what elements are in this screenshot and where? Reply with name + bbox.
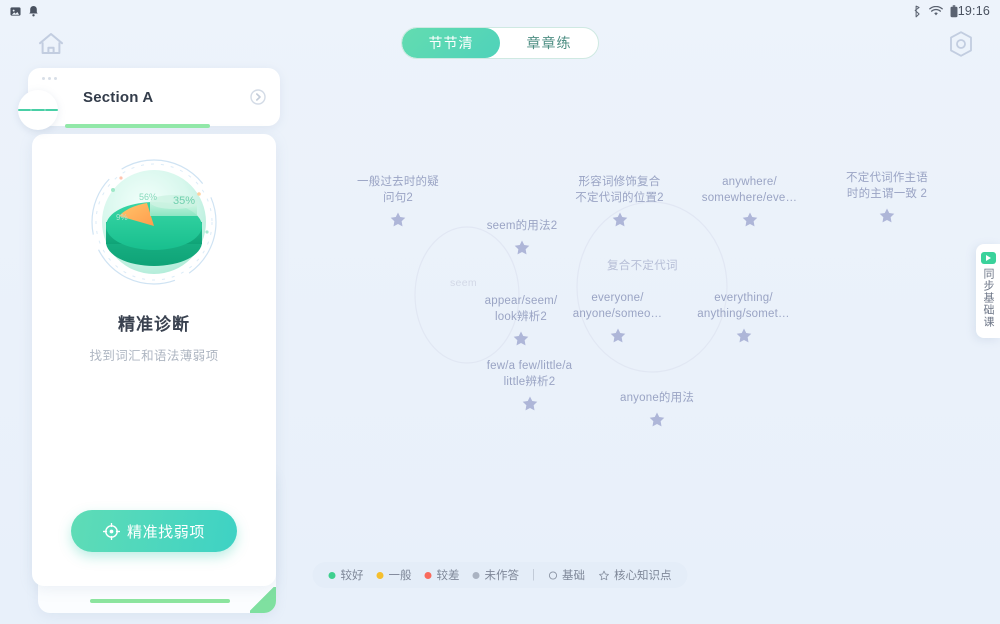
battery-icon	[950, 4, 958, 18]
map-node-label: anywhere/ somewhere/eve…	[701, 176, 798, 204]
mode-tabs[interactable]: 节节清 章章练	[401, 27, 599, 59]
legend-label-poor: 较差	[436, 570, 460, 582]
star-icon	[649, 412, 665, 427]
map-node[interactable]: 不定代词作主语 时的主谓一致 2	[822, 170, 952, 230]
diagnosis-illustration: 56% 35% 9%	[79, 150, 229, 300]
legend-dot-unanswered	[472, 571, 480, 579]
map-node[interactable]: few/a few/little/a little辨析2	[462, 358, 597, 418]
map-node[interactable]: anywhere/ somewhere/eve…	[687, 174, 812, 234]
star-icon	[612, 212, 627, 227]
map-node-label: few/a few/little/a little辨析2	[486, 360, 573, 388]
star-outline-icon	[598, 570, 609, 580]
legend-dot-poor	[424, 571, 432, 579]
bluetooth-icon	[913, 5, 922, 18]
play-icon	[980, 252, 996, 264]
section-header[interactable]: Section A	[28, 68, 280, 128]
hamburger-icon	[18, 109, 32, 111]
map-node[interactable]: 一般过去时的疑 问句2	[343, 174, 453, 234]
map-node-label: anyone的用法	[619, 392, 695, 404]
map-node-marker	[557, 211, 682, 234]
status-bar-clock: 19:16	[957, 4, 990, 18]
home-icon	[39, 33, 63, 54]
svg-text:56%: 56%	[139, 192, 157, 202]
app-root: 19:16 节节清 章章练 Section A 56% 35% 9% 精准诊断 …	[0, 0, 1000, 624]
map-node-label: 不定代词作主语 时的主谓一致 2	[846, 172, 928, 200]
legend-item-unanswered: 未作答	[472, 567, 520, 583]
map-node-marker	[687, 211, 812, 234]
star-icon	[736, 328, 751, 343]
diagnosis-card-body: 56% 35% 9% 精准诊断 找到词汇和语法薄弱项 精准找弱项	[32, 134, 276, 586]
legend-label-good: 较好	[340, 570, 364, 582]
legend-item-basic: 基础	[548, 567, 585, 583]
status-bar-right-icons	[913, 4, 958, 18]
star-icon	[390, 212, 406, 227]
target-icon	[102, 522, 120, 540]
find-weak-points-button[interactable]: 精准找弱项	[71, 510, 237, 552]
legend-label-basic: 基础	[562, 570, 585, 582]
photo-icon	[10, 6, 21, 17]
ring-center-label-seem: seem	[450, 277, 477, 289]
map-node-marker	[597, 411, 717, 434]
legend-item-core: 核心知识点	[598, 567, 672, 583]
sync-course-tab[interactable]: 同步基础课	[976, 244, 1000, 338]
map-node-marker	[681, 327, 806, 350]
tab-jiejieqing[interactable]: 节节清	[402, 28, 500, 58]
star-icon	[522, 396, 537, 411]
star-icon	[610, 328, 625, 343]
diagnosis-card: Section A 56% 35% 9% 精准诊断 找到词汇和语法薄弱项 精准找…	[18, 68, 280, 613]
sync-course-label: 同步基础课	[982, 268, 994, 328]
map-node[interactable]: anyone的用法	[597, 390, 717, 434]
card-corner-fold	[250, 587, 276, 613]
svg-text:9%: 9%	[116, 213, 128, 222]
legend-item-good: 较好	[328, 567, 364, 583]
legend: 较好 一般 较差 未作答 | 基础 核心知识点	[312, 562, 688, 588]
map-node-marker	[555, 327, 680, 350]
tab-zhangzhanglian[interactable]: 章章练	[500, 28, 598, 58]
status-bar-left-icons	[10, 5, 39, 17]
map-node-marker	[343, 211, 453, 234]
chevron-right-icon[interactable]	[250, 89, 266, 105]
notification-icon	[28, 5, 39, 17]
map-node-label: 形容词修饰复合 不定代词的位置2	[575, 176, 664, 204]
legend-dot-average	[376, 571, 384, 579]
star-icon	[742, 212, 757, 227]
legend-item-poor: 较差	[424, 567, 460, 583]
gear-icon	[950, 31, 972, 57]
map-node-marker	[467, 239, 577, 262]
section-progress-bar	[65, 124, 210, 128]
legend-separator: |	[532, 569, 535, 581]
star-icon	[514, 240, 530, 255]
settings-button[interactable]	[946, 29, 976, 59]
map-node-label: 一般过去时的疑 问句2	[357, 176, 439, 204]
map-node-label: everyone/ anyone/someo…	[572, 292, 663, 320]
legend-item-average: 一般	[376, 567, 412, 583]
map-node[interactable]: everything/ anything/somet…	[681, 290, 806, 350]
legend-dot-good	[328, 571, 336, 579]
status-bar: 19:16	[0, 0, 1000, 22]
wifi-icon	[928, 5, 943, 17]
legend-label-core: 核心知识点	[614, 570, 672, 582]
map-node-marker	[822, 207, 952, 230]
page-title: Section A	[83, 88, 154, 106]
circle-outline-icon	[548, 570, 557, 580]
diagnosis-title: 精准诊断	[118, 315, 190, 334]
star-icon	[513, 331, 529, 346]
find-weak-points-label: 精准找弱项	[126, 523, 205, 541]
knowledge-map: seem 复合不定代词 一般过去时的疑 问句2 seem的用法2 appear/se…	[285, 150, 985, 460]
star-icon	[879, 208, 895, 223]
ring-center-label-compound-pronoun: 复合不定代词	[607, 260, 678, 272]
home-button[interactable]	[36, 30, 66, 58]
menu-button[interactable]	[18, 90, 58, 130]
map-node[interactable]: 形容词修饰复合 不定代词的位置2	[557, 174, 682, 234]
diagnosis-subtitle: 找到词汇和语法薄弱项	[89, 349, 219, 363]
svg-text:35%: 35%	[173, 195, 195, 207]
card-dots	[42, 77, 57, 80]
map-node[interactable]: everyone/ anyone/someo…	[555, 290, 680, 350]
legend-label-average: 一般	[388, 570, 412, 582]
card-stack-progress	[90, 599, 230, 603]
legend-label-unanswered: 未作答	[484, 570, 520, 582]
map-node-label: everything/ anything/somet…	[697, 292, 790, 320]
map-node-marker	[462, 395, 597, 418]
